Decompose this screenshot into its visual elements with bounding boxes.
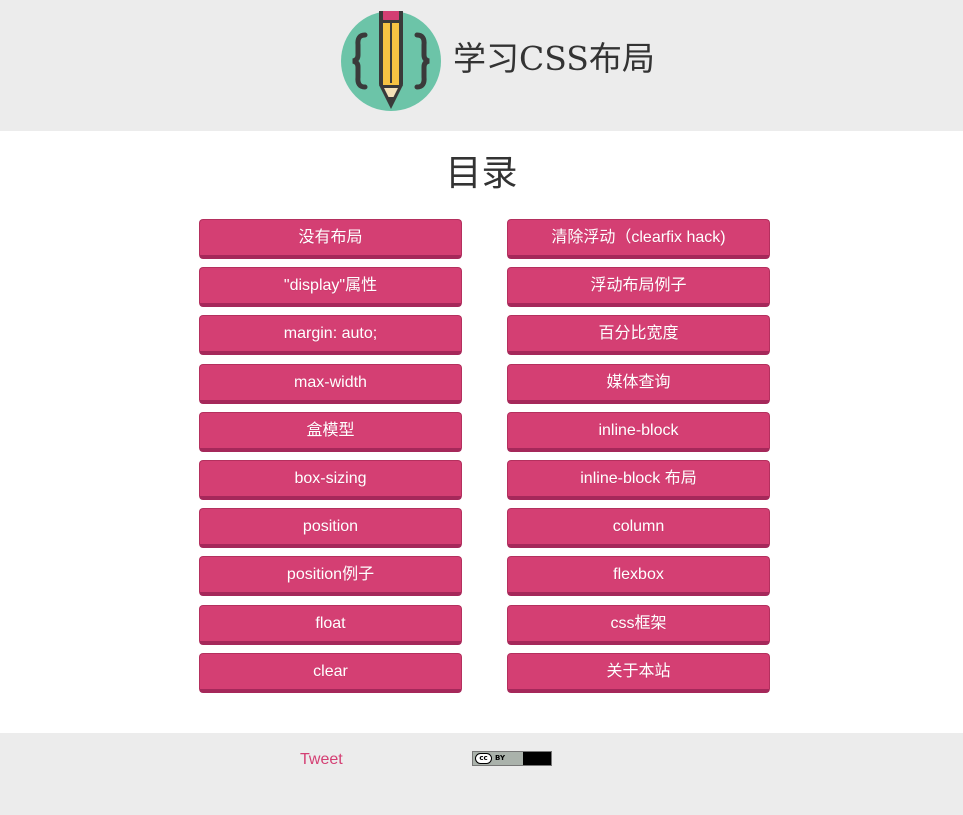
toc-link-css-frameworks[interactable]: css框架 bbox=[507, 604, 770, 645]
tweet-link[interactable]: Tweet bbox=[300, 750, 343, 770]
toc-link-position-example[interactable]: position例子 bbox=[199, 556, 462, 597]
site-header: 学习CSS布局 bbox=[0, 0, 963, 131]
toc-link-about[interactable]: 关于本站 bbox=[507, 652, 770, 693]
toc-link-position[interactable]: position bbox=[199, 508, 462, 549]
toc-link-percent-width[interactable]: 百分比宽度 bbox=[507, 315, 770, 356]
toc-right-column: 清除浮动（clearfix hack) 浮动布局例子 百分比宽度 媒体查询 in… bbox=[507, 219, 770, 701]
toc-link-clear[interactable]: clear bbox=[199, 652, 462, 693]
cc-by-icon[interactable]: cc BY bbox=[472, 751, 552, 766]
cc-badge-left: cc BY bbox=[473, 752, 523, 765]
toc-link-clearfix[interactable]: 清除浮动（clearfix hack) bbox=[507, 219, 770, 259]
toc-link-inline-block[interactable]: inline-block bbox=[507, 411, 770, 452]
toc-link-max-width[interactable]: max-width bbox=[199, 363, 462, 404]
toc-link-box-model[interactable]: 盒模型 bbox=[199, 411, 462, 452]
toc-link-float[interactable]: float bbox=[199, 604, 462, 645]
cc-badge-right bbox=[523, 752, 551, 765]
page-title: 目录 bbox=[445, 153, 518, 194]
cc-by-label: BY bbox=[495, 754, 506, 762]
cc-logo-icon: cc bbox=[475, 753, 492, 764]
pencil-braces-icon[interactable] bbox=[341, 11, 441, 111]
toc-link-flexbox[interactable]: flexbox bbox=[507, 556, 770, 597]
toc-link-float-layout-example[interactable]: 浮动布局例子 bbox=[507, 267, 770, 308]
toc-link-display[interactable]: "display"属性 bbox=[199, 267, 462, 308]
toc-link-margin-auto[interactable]: margin: auto; bbox=[199, 315, 462, 356]
site-title[interactable]: 学习CSS布局 bbox=[453, 38, 655, 80]
toc-link-column[interactable]: column bbox=[507, 508, 770, 549]
site-footer: Tweet cc BY bbox=[0, 733, 963, 815]
toc-left-column: 没有布局 "display"属性 margin: auto; max-width… bbox=[199, 219, 462, 701]
toc-link-box-sizing[interactable]: box-sizing bbox=[199, 459, 462, 500]
toc-link-media-queries[interactable]: 媒体查询 bbox=[507, 363, 770, 404]
toc-link-inline-block-layout[interactable]: inline-block 布局 bbox=[507, 459, 770, 500]
toc-link-no-layout[interactable]: 没有布局 bbox=[199, 219, 462, 259]
